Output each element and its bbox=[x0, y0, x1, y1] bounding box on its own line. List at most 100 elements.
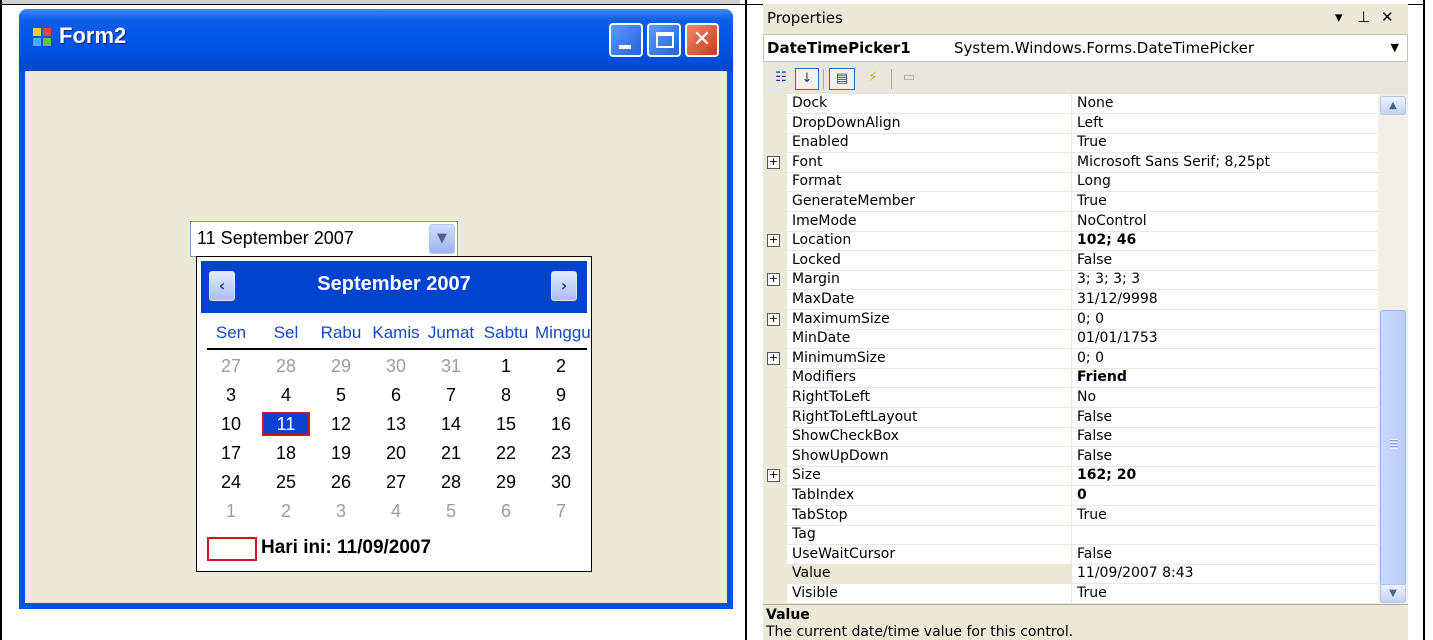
property-row[interactable]: + Font Microsoft Sans Serif; 8,25pt bbox=[763, 152, 1378, 173]
property-row[interactable]: + MaximumSize 0; 0 bbox=[763, 309, 1378, 330]
calendar-day[interactable]: 5 bbox=[427, 499, 475, 523]
calendar-day[interactable]: 12 bbox=[317, 412, 365, 436]
categorized-icon[interactable]: ☷ bbox=[769, 68, 793, 90]
calendar-day[interactable]: 24 bbox=[207, 470, 255, 494]
property-row[interactable]: UseWaitCursor False bbox=[763, 544, 1378, 565]
calendar-day[interactable]: 28 bbox=[427, 470, 475, 494]
calendar-day[interactable]: 27 bbox=[372, 470, 420, 494]
property-value[interactable]: 0; 0 bbox=[1077, 311, 1104, 327]
property-row[interactable]: RightToLeft No bbox=[763, 388, 1378, 408]
expand-plus-icon[interactable]: + bbox=[767, 155, 780, 169]
property-row[interactable]: ShowUpDown False bbox=[763, 446, 1378, 467]
calendar-day[interactable]: 5 bbox=[317, 383, 365, 407]
maximize-button[interactable] bbox=[647, 23, 681, 57]
property-value[interactable]: True bbox=[1077, 134, 1107, 150]
property-row[interactable]: ShowCheckBox False bbox=[763, 427, 1378, 448]
calendar-day[interactable]: 3 bbox=[207, 383, 255, 407]
property-value[interactable]: 162; 20 bbox=[1077, 467, 1136, 483]
calendar-day[interactable]: 7 bbox=[537, 499, 585, 523]
expand-plus-icon[interactable]: + bbox=[767, 469, 780, 483]
property-row[interactable]: Enabled True bbox=[763, 133, 1378, 154]
calendar-day[interactable]: 6 bbox=[482, 499, 530, 523]
calendar-day[interactable]: 22 bbox=[482, 441, 530, 465]
property-row[interactable]: ImeMode NoControl bbox=[763, 211, 1378, 232]
property-row[interactable]: Modifiers Friend bbox=[763, 368, 1378, 389]
calendar-day[interactable]: 26 bbox=[317, 470, 365, 494]
date-time-picker[interactable]: 11 September 2007 ▼ bbox=[190, 221, 458, 257]
minimize-button[interactable] bbox=[609, 23, 643, 57]
property-row[interactable]: + MinimumSize 0; 0 bbox=[763, 348, 1378, 369]
next-month-button[interactable]: › bbox=[551, 271, 577, 301]
calendar-day[interactable]: 27 bbox=[207, 354, 255, 378]
property-value[interactable]: False bbox=[1077, 252, 1112, 268]
calendar-day[interactable]: 14 bbox=[427, 412, 475, 436]
property-value[interactable]: 3; 3; 3; 3 bbox=[1077, 271, 1140, 287]
calendar-day[interactable]: 23 bbox=[537, 441, 585, 465]
calendar-day[interactable]: 2 bbox=[537, 354, 585, 378]
calendar-day[interactable]: 25 bbox=[262, 470, 310, 494]
calendar-day[interactable]: 6 bbox=[372, 383, 420, 407]
calendar-day[interactable]: 8 bbox=[482, 383, 530, 407]
calendar-month-title[interactable]: September 2007 bbox=[201, 273, 587, 296]
expand-plus-icon[interactable]: + bbox=[767, 351, 780, 365]
calendar-day[interactable]: 2 bbox=[262, 499, 310, 523]
property-pages-icon[interactable]: ▭ bbox=[897, 68, 921, 90]
property-row[interactable]: TabIndex 0 bbox=[763, 486, 1378, 506]
property-value[interactable]: Long bbox=[1077, 173, 1111, 189]
property-row[interactable]: Tag bbox=[763, 525, 1378, 546]
property-value[interactable]: 11/09/2007 8:43 bbox=[1077, 565, 1194, 581]
property-value[interactable]: False bbox=[1077, 448, 1112, 464]
property-value[interactable]: False bbox=[1077, 428, 1112, 444]
calendar-day[interactable]: 16 bbox=[537, 412, 585, 436]
calendar-day[interactable]: 4 bbox=[262, 383, 310, 407]
calendar-day[interactable]: 29 bbox=[482, 470, 530, 494]
chevron-down-icon[interactable]: ▼ bbox=[1391, 41, 1399, 54]
property-row[interactable]: + Margin 3; 3; 3; 3 bbox=[763, 270, 1378, 291]
property-value[interactable]: True bbox=[1077, 507, 1107, 523]
calendar-day[interactable]: 21 bbox=[427, 441, 475, 465]
property-value[interactable]: 102; 46 bbox=[1077, 232, 1136, 248]
property-row[interactable]: GenerateMember True bbox=[763, 192, 1378, 212]
calendar-day[interactable]: 18 bbox=[262, 441, 310, 465]
property-row[interactable]: MaxDate 31/12/9998 bbox=[763, 290, 1378, 310]
calendar-day[interactable]: 31 bbox=[427, 354, 475, 378]
calendar-day[interactable]: 1 bbox=[207, 499, 255, 523]
calendar-day[interactable]: 10 bbox=[207, 412, 255, 436]
calendar-day[interactable]: 30 bbox=[537, 470, 585, 494]
property-value[interactable]: Microsoft Sans Serif; 8,25pt bbox=[1077, 154, 1270, 170]
property-value[interactable]: None bbox=[1077, 95, 1114, 111]
calendar-day[interactable]: 7 bbox=[427, 383, 475, 407]
calendar-day[interactable]: 15 bbox=[482, 412, 530, 436]
scrollbar-thumb[interactable] bbox=[1380, 310, 1406, 586]
scroll-up-button[interactable]: ▲ bbox=[1380, 96, 1406, 115]
calendar-day[interactable]: 30 bbox=[372, 354, 420, 378]
expand-plus-icon[interactable]: + bbox=[767, 273, 780, 287]
scroll-down-button[interactable]: ▼ bbox=[1380, 584, 1406, 603]
title-bar[interactable]: Form2 ✕ bbox=[19, 9, 733, 71]
property-row[interactable]: RightToLeftLayout False bbox=[763, 407, 1378, 428]
property-value[interactable]: Friend bbox=[1077, 369, 1127, 385]
property-value[interactable]: True bbox=[1077, 193, 1107, 209]
date-picker-dropdown-button[interactable]: ▼ bbox=[429, 224, 455, 254]
alphabetical-icon[interactable]: ↓ bbox=[795, 68, 819, 90]
today-link[interactable]: Hari ini: 11/09/2007 bbox=[261, 537, 431, 559]
object-selector[interactable]: DateTimePicker1 System.Windows.Forms.Dat… bbox=[763, 34, 1408, 62]
calendar-day[interactable]: 1 bbox=[482, 354, 530, 378]
property-row[interactable]: MinDate 01/01/1753 bbox=[763, 329, 1378, 350]
calendar-day[interactable]: 17 bbox=[207, 441, 255, 465]
dropdown-arrow-icon[interactable]: ▾ bbox=[1335, 8, 1343, 26]
property-row[interactable]: TabStop True bbox=[763, 505, 1378, 526]
calendar-day-selected[interactable]: 11 bbox=[262, 412, 310, 436]
properties-icon[interactable]: ▤ bbox=[829, 68, 855, 90]
property-row[interactable]: Format Long bbox=[763, 172, 1378, 193]
calendar-day[interactable]: 19 bbox=[317, 441, 365, 465]
calendar-day[interactable]: 3 bbox=[317, 499, 365, 523]
property-row[interactable]: Value 11/09/2007 8:43 bbox=[763, 564, 1378, 585]
property-value[interactable]: No bbox=[1077, 389, 1096, 405]
pin-icon[interactable]: ⊥ bbox=[1357, 8, 1370, 26]
property-row[interactable]: DropDownAlign Left bbox=[763, 113, 1378, 134]
property-row[interactable]: + Size 162; 20 bbox=[763, 466, 1378, 487]
property-grid-scrollbar[interactable]: ▲ ▼ bbox=[1378, 94, 1408, 604]
expand-plus-icon[interactable]: + bbox=[767, 234, 780, 248]
property-value[interactable]: False bbox=[1077, 409, 1112, 425]
